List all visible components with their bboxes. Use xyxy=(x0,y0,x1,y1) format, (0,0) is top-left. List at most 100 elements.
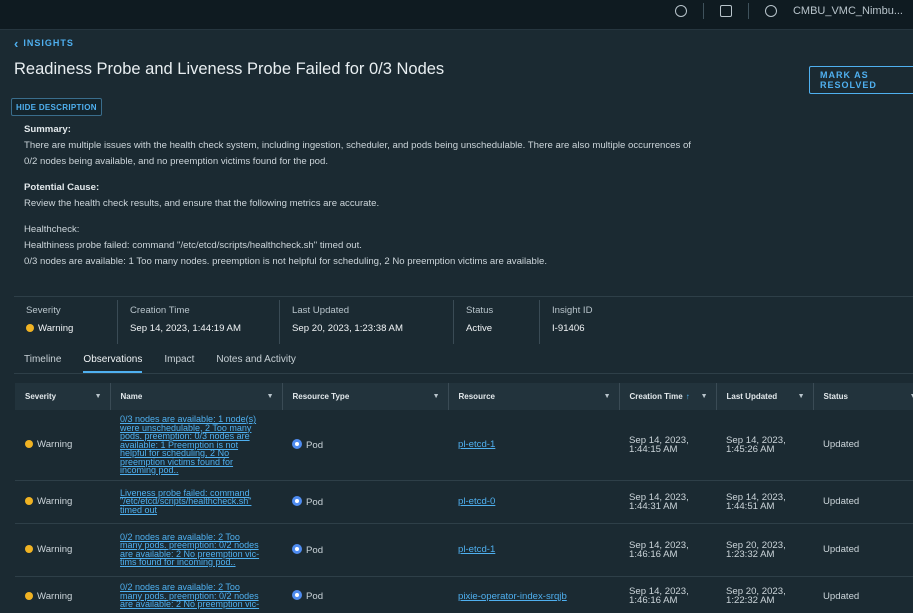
user-icon[interactable] xyxy=(764,5,777,17)
resource-type-cell: Pod xyxy=(282,410,448,480)
observation-link[interactable]: 0/2 nodes are available: 2 Too many pods… xyxy=(120,582,259,609)
tab-timeline[interactable]: Timeline xyxy=(24,352,61,373)
warning-icon xyxy=(25,497,33,505)
resource-link[interactable]: pl-etcd-0 xyxy=(458,496,495,507)
resource-link[interactable]: pl-etcd-1 xyxy=(458,544,495,555)
table-row: Warning Liveness probe failed: command "… xyxy=(15,480,913,523)
column-header-resource[interactable]: Resource ▼ xyxy=(448,383,620,410)
page-title: Readiness Probe and Liveness Probe Faile… xyxy=(14,60,445,78)
name-cell: Liveness probe failed: command "/etc/etc… xyxy=(110,480,282,523)
healthcheck-heading: Healthcheck: xyxy=(24,224,80,235)
meta-severity: Severity Warning xyxy=(14,300,117,344)
meta-insight-id: Insight ID I-91406 xyxy=(539,300,629,344)
column-header-resource-type[interactable]: Resource Type ▼ xyxy=(282,383,449,410)
user-name[interactable]: CMBU_VMC_Nimbu... xyxy=(793,5,903,17)
tab-notes-and-activity[interactable]: Notes and Activity xyxy=(216,352,295,373)
meta-updated: Last Updated Sep 20, 2023, 1:23:38 AM xyxy=(279,300,453,344)
meta-value: I-91406 xyxy=(552,323,585,334)
notification-icon[interactable] xyxy=(719,5,732,17)
help-icon[interactable] xyxy=(674,5,687,17)
column-header-name[interactable]: Name ▼ xyxy=(110,383,283,410)
warning-icon xyxy=(25,440,33,449)
observations-table: Severity ▼ Name ▼ Resource Type ▼ Resource ▼… xyxy=(15,383,913,613)
meta-value: Sep 14, 2023, 1:44:19 AM xyxy=(130,323,241,334)
sort-up-icon[interactable]: ↑ xyxy=(686,392,690,401)
status-cell: Updated xyxy=(823,544,860,555)
pod-icon xyxy=(292,543,302,554)
creation-cell: Sep 14, 2023, 1:46:16 AM xyxy=(629,539,689,560)
observation-link[interactable]: Liveness probe failed: command "/etc/etc… xyxy=(120,488,251,515)
status-cell: Updated xyxy=(823,439,860,451)
hide-description-button[interactable]: HIDE DESCRIPTION xyxy=(11,98,102,116)
filter-icon[interactable]: ▼ xyxy=(267,393,274,400)
severity-cell: Warning xyxy=(15,410,110,480)
tab-observations[interactable]: Observations xyxy=(83,352,143,373)
column-header-severity[interactable]: Severity ▼ xyxy=(15,383,111,410)
meta-label: Status xyxy=(466,305,494,316)
meta-label: Last Updated xyxy=(292,305,350,316)
pod-icon xyxy=(292,495,302,506)
table-row: Warning 0/3 nodes are available: 1 node(… xyxy=(15,410,913,480)
tab-bar: Timeline Observations Impact Notes and A… xyxy=(14,352,913,374)
status-cell: Updated xyxy=(823,590,860,602)
meta-value: Active xyxy=(466,323,493,334)
resource-link[interactable]: pl-etcd-1 xyxy=(458,439,495,450)
healthcheck-line: Healthiness probe failed: command "/etc/… xyxy=(24,240,362,251)
observation-link[interactable]: 0/3 nodes are available: 1 node(s) were … xyxy=(120,414,256,475)
resource-link[interactable]: pixie-operator-index-srqjb xyxy=(458,591,567,602)
filter-icon[interactable]: ▼ xyxy=(604,393,611,400)
tab-impact[interactable]: Impact xyxy=(164,352,194,373)
column-header-status[interactable]: Status▼ xyxy=(813,383,913,410)
meta-value: Sep 20, 2023, 1:23:38 AM xyxy=(292,323,403,334)
column-header-last-updated[interactable]: Last Updated ▼ xyxy=(716,383,814,410)
meta-label: Insight ID xyxy=(552,305,593,316)
pod-icon xyxy=(292,438,302,449)
name-cell: 0/2 nodes are available: 2 Too many pods… xyxy=(110,523,282,576)
observation-link[interactable]: 0/2 nodes are available: 2 Too many pods… xyxy=(120,532,259,568)
mark-as-resolved-button[interactable]: MARK AS RESOLVED xyxy=(809,66,913,94)
severity-cell: Warning xyxy=(15,480,110,523)
name-cell: 0/2 nodes are available: 2 Too many pods… xyxy=(110,576,282,613)
table-header-row: Severity ▼ Name ▼ Resource Type ▼ Resource ▼… xyxy=(15,383,913,410)
summary-line: There are multiple issues with the healt… xyxy=(24,140,691,151)
filter-icon[interactable]: ▼ xyxy=(910,393,913,400)
updated-cell: Sep 20, 2023, 1:23:32 AM xyxy=(726,539,786,560)
status-cell: Updated xyxy=(823,496,860,507)
name-cell: 0/3 nodes are available: 1 node(s) were … xyxy=(110,410,282,480)
back-link[interactable]: ‹ INSIGHTS xyxy=(14,35,74,51)
insight-meta: Severity Warning Creation Time Sep 14, 2… xyxy=(14,300,629,344)
summary-heading: Summary: xyxy=(24,124,71,135)
description: Summary: There are multiple issues with … xyxy=(24,122,884,270)
divider xyxy=(14,296,913,297)
updated-cell: Sep 14, 2023, 1:44:51 AM xyxy=(726,491,786,512)
severity-cell: Warning xyxy=(15,523,110,576)
creation-cell: Sep 14, 2023, 1:44:15 AM xyxy=(629,434,689,455)
updated-cell: Sep 20, 2023, 1:22:32 AM xyxy=(726,586,786,606)
warning-icon xyxy=(25,591,33,600)
divider xyxy=(702,3,704,19)
warning-icon xyxy=(26,324,34,332)
filter-icon[interactable]: ▼ xyxy=(95,393,102,400)
column-header-creation-time[interactable]: Creation Time ↑ ▼ xyxy=(619,383,717,410)
cause-heading: Potential Cause: xyxy=(24,182,100,193)
meta-creation: Creation Time Sep 14, 2023, 1:44:19 AM xyxy=(117,300,279,344)
top-bar-actions: CMBU_VMC_Nimbu... xyxy=(674,0,903,22)
chevron-left-icon: ‹ xyxy=(14,35,20,51)
filter-icon[interactable]: ▼ xyxy=(701,393,708,400)
resource-type-cell: Pod xyxy=(282,523,448,576)
filter-icon[interactable]: ▼ xyxy=(798,393,805,400)
meta-label: Severity xyxy=(26,305,61,316)
resource-cell: pl-etcd-1 xyxy=(448,523,619,576)
creation-cell: Sep 14, 2023, 1:46:16 AM xyxy=(629,586,689,606)
filter-icon[interactable]: ▼ xyxy=(433,393,440,400)
resource-cell: pl-etcd-0 xyxy=(448,480,619,523)
cause-text: Review the health check results, and ens… xyxy=(24,198,380,209)
creation-cell: Sep 14, 2023, 1:44:31 AM xyxy=(629,491,689,512)
updated-cell: Sep 14, 2023, 1:45:26 AM xyxy=(726,434,786,455)
meta-label: Creation Time xyxy=(130,305,190,316)
meta-status: Status Active xyxy=(453,300,539,344)
summary-line: 0/2 nodes being available, and no preemp… xyxy=(24,156,329,167)
severity-cell: Warning xyxy=(15,576,110,613)
top-bar: CMBU_VMC_Nimbu... xyxy=(0,0,913,30)
resource-type-cell: Pod xyxy=(282,576,448,613)
